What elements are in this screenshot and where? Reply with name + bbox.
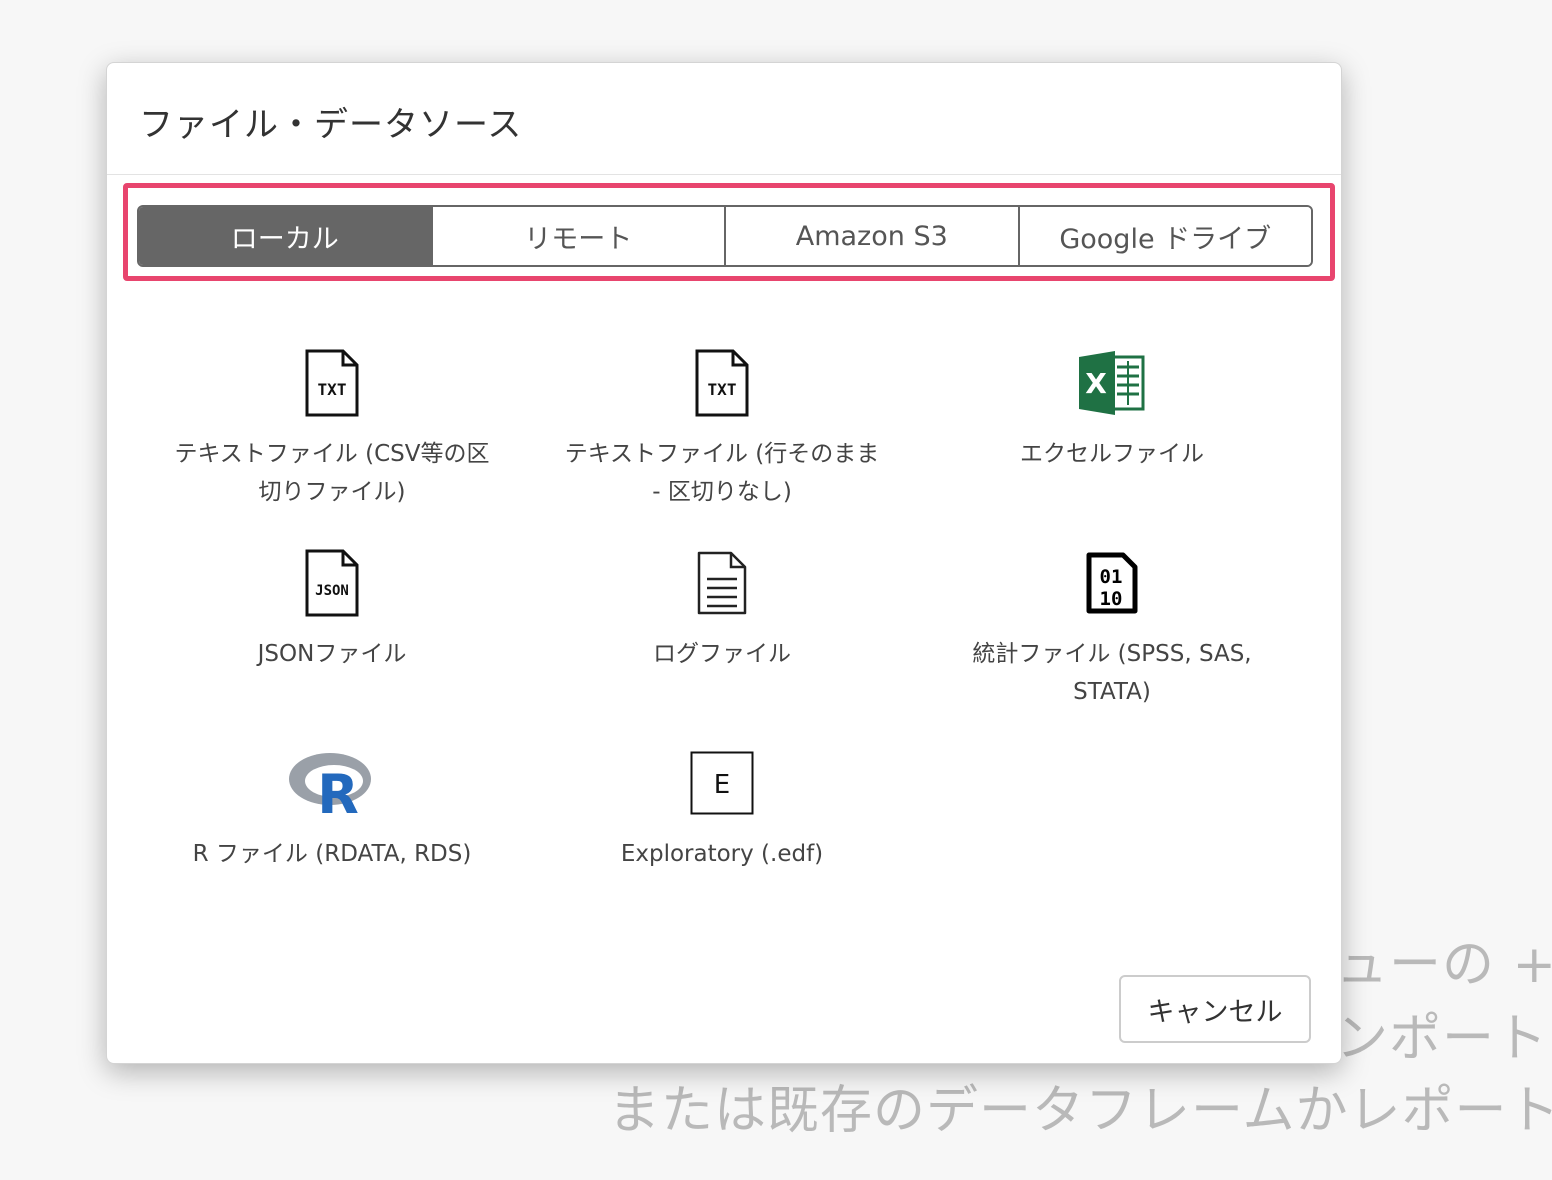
tab-google-drive[interactable]: Google ドライブ (1017, 207, 1311, 265)
svg-text:JSON: JSON (315, 583, 349, 599)
file-type-label: テキストファイル (行そのまま - 区切りなし) (564, 441, 880, 505)
svg-text:R: R (317, 763, 359, 817)
binary-file-icon: 01 10 (1086, 552, 1138, 614)
tab-amazon-s3[interactable]: Amazon S3 (724, 207, 1018, 265)
file-type-log[interactable]: ログファイル (527, 541, 917, 741)
log-file-icon (697, 551, 747, 615)
txt-file-icon: TXT (305, 349, 359, 417)
file-type-label: JSONファイル (257, 641, 407, 667)
txt-file-icon: TXT (695, 349, 749, 417)
file-type-label: R ファイル (RDATA, RDS) (192, 841, 472, 867)
tab-remote[interactable]: リモート (430, 207, 724, 265)
file-type-statistical[interactable]: 01 10 統計ファイル (SPSS, SAS, STATA) (917, 541, 1307, 741)
cancel-button[interactable]: キャンセル (1119, 975, 1311, 1043)
file-type-label: ログファイル (653, 641, 791, 667)
svg-text:TXT: TXT (318, 380, 347, 399)
background-text-line-2: ンポート (1336, 1009, 1549, 1069)
exploratory-icon: E (690, 751, 754, 815)
json-file-icon: JSON (305, 549, 359, 617)
tab-local[interactable]: ローカル (139, 207, 431, 265)
background-text-line-1: ューの + ボ (1336, 935, 1552, 995)
file-datasource-dialog: ファイル・データソース ローカル リモート Amazon S3 Google ド… (106, 62, 1342, 1064)
dialog-title: ファイル・データソース (139, 105, 523, 145)
file-type-label: テキストファイル (CSV等の区切りファイル) (174, 441, 490, 505)
svg-text:TXT: TXT (708, 380, 737, 399)
svg-text:E: E (714, 770, 730, 800)
file-type-text-raw[interactable]: TXT テキストファイル (行そのまま - 区切りなし) (527, 341, 917, 541)
file-type-json[interactable]: JSON JSONファイル (137, 541, 527, 741)
file-type-r[interactable]: R R ファイル (RDATA, RDS) (137, 741, 527, 941)
file-type-label: エクセルファイル (1020, 441, 1204, 467)
file-type-label: Exploratory (.edf) (620, 841, 824, 867)
excel-icon: X (1079, 351, 1145, 415)
background-text-line-3: または既存のデータフレームかレポート (608, 1081, 1552, 1141)
r-logo-icon: R (289, 753, 371, 817)
file-type-label: 統計ファイル (SPSS, SAS, STATA) (972, 641, 1252, 705)
file-type-excel[interactable]: X エクセルファイル (917, 341, 1307, 541)
file-type-grid: TXT テキストファイル (CSV等の区切りファイル) TXT テキストファイル… (137, 341, 1313, 941)
svg-text:10: 10 (1100, 588, 1123, 610)
dialog-header: ファイル・データソース (107, 63, 1341, 175)
file-type-exploratory[interactable]: E Exploratory (.edf) (527, 741, 917, 941)
file-type-text-delimited[interactable]: TXT テキストファイル (CSV等の区切りファイル) (137, 341, 527, 541)
svg-text:01: 01 (1100, 566, 1123, 588)
svg-text:X: X (1085, 367, 1107, 400)
source-tabs: ローカル リモート Amazon S3 Google ドライブ (137, 205, 1313, 267)
